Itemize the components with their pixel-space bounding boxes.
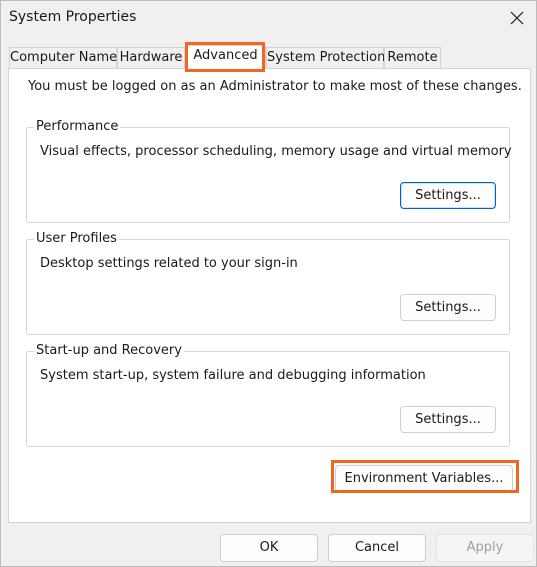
- environment-variables-button[interactable]: Environment Variables...: [335, 465, 513, 492]
- user-profiles-group: User Profiles Desktop settings related t…: [26, 231, 510, 335]
- admin-note: You must be logged on as an Administrato…: [28, 79, 522, 94]
- tab-hardware[interactable]: Hardware: [117, 47, 185, 68]
- window-title: System Properties: [9, 9, 137, 25]
- performance-settings-button[interactable]: Settings...: [400, 182, 496, 209]
- tab-system-protection[interactable]: System Protection: [266, 47, 385, 68]
- title-bar: System Properties: [1, 1, 536, 35]
- system-properties-window: System Properties Computer Name Hardware…: [0, 0, 537, 567]
- startup-recovery-label: Start-up and Recovery: [34, 343, 184, 358]
- performance-description: Visual effects, processor scheduling, me…: [40, 144, 512, 159]
- startup-recovery-settings-button[interactable]: Settings...: [400, 406, 496, 433]
- performance-label: Performance: [34, 119, 121, 134]
- ok-button[interactable]: OK: [220, 534, 318, 562]
- cancel-button[interactable]: Cancel: [328, 534, 426, 562]
- performance-group: Performance Visual effects, processor sc…: [26, 119, 512, 223]
- close-icon: [510, 11, 524, 25]
- tab-advanced[interactable]: Advanced: [185, 45, 266, 69]
- close-button[interactable]: [502, 3, 532, 33]
- startup-recovery-description: System start-up, system failure and debu…: [40, 368, 426, 383]
- apply-button[interactable]: Apply: [436, 534, 534, 562]
- advanced-tab-panel: You must be logged on as an Administrato…: [8, 68, 531, 523]
- tab-remote[interactable]: Remote: [384, 47, 441, 68]
- user-profiles-settings-button[interactable]: Settings...: [400, 294, 496, 321]
- startup-recovery-group: Start-up and Recovery System start-up, s…: [26, 343, 510, 447]
- tab-computer-name[interactable]: Computer Name: [9, 47, 117, 68]
- user-profiles-description: Desktop settings related to your sign-in: [40, 256, 298, 271]
- user-profiles-label: User Profiles: [34, 231, 119, 246]
